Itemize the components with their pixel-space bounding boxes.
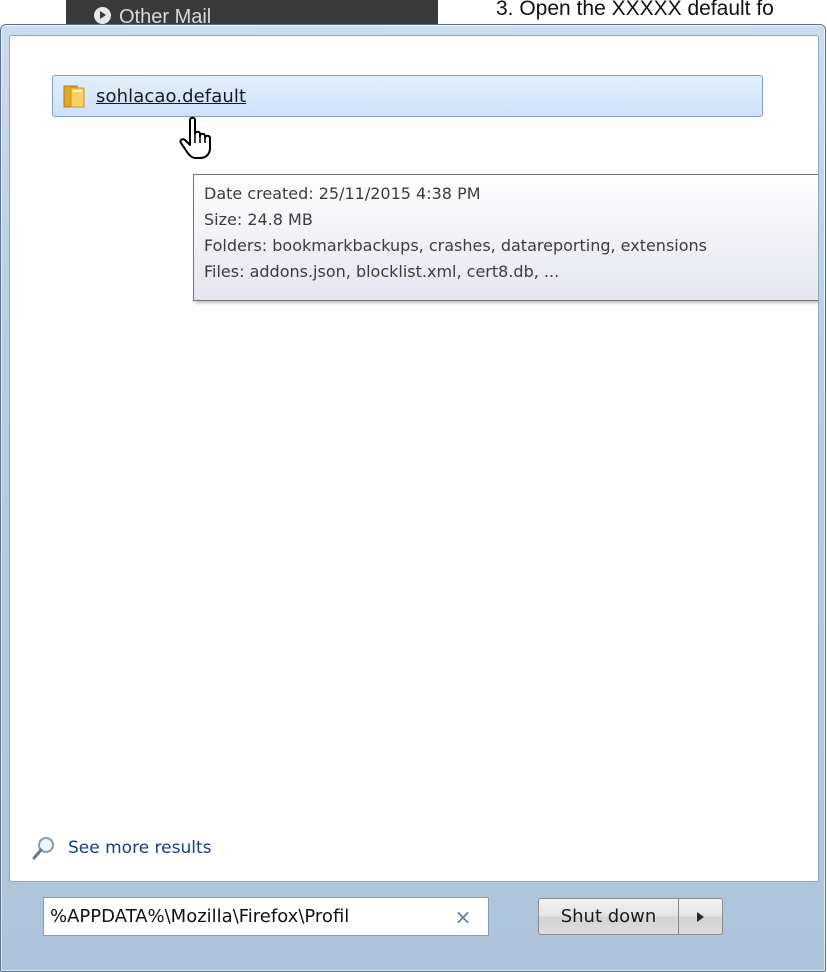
hand-cursor-icon [179,116,211,159]
start-menu: sohlacao.default Date created: 25/11/201… [0,24,826,972]
see-more-results-label[interactable]: See more results [68,838,212,858]
clear-search-icon[interactable]: × [454,907,472,927]
start-search-box[interactable]: × [43,897,489,936]
shut-down-button[interactable]: Shut down [538,898,679,935]
tooltip-folders: Folders: bookmarkbackups, crashes, datar… [204,236,707,255]
tooltip-date-created: Date created: 25/11/2015 4:38 PM [204,184,481,203]
play-bullet-icon [94,6,111,24]
background-heading: 3. Open the XXXXX default fo [496,0,774,20]
magnifier-icon [32,837,54,860]
tooltip-files: Files: addons.json, blocklist.xml, cert8… [204,262,560,281]
shutdown-options-button[interactable] [679,898,723,935]
folder-info-tooltip: Date created: 25/11/2015 4:38 PM Size: 2… [193,174,818,301]
power-controls: Shut down [538,898,723,935]
search-results-panel: sohlacao.default Date created: 25/11/201… [9,35,819,882]
search-result-label[interactable]: sohlacao.default [96,86,246,107]
arrow-right-icon [697,911,704,922]
see-more-results-link[interactable]: See more results [32,836,212,860]
start-search-input[interactable] [44,901,450,932]
tooltip-size: Size: 24.8 MB [204,210,313,229]
folder-icon [62,83,86,109]
search-result-folder[interactable]: sohlacao.default [52,75,763,117]
